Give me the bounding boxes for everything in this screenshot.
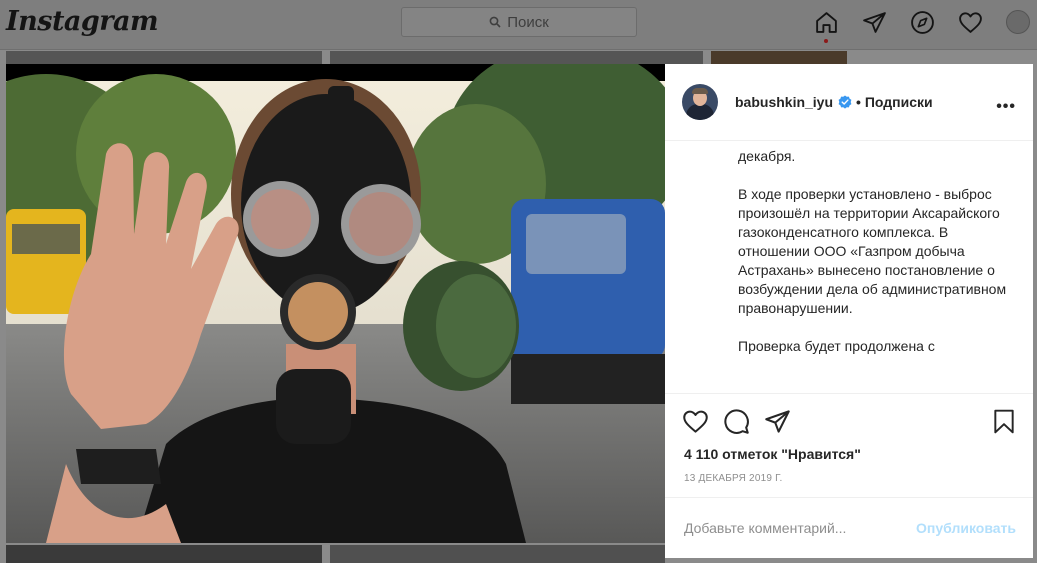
caption-paragraph: Проверка будет продолжена с bbox=[738, 338, 935, 354]
background-feed-image bbox=[6, 545, 322, 563]
instagram-logo[interactable]: Instagram bbox=[6, 6, 159, 37]
nav-icons bbox=[813, 9, 1030, 43]
background-feed-image bbox=[6, 51, 322, 64]
search-placeholder: Поиск bbox=[507, 13, 549, 31]
top-navigation: Instagram Поиск bbox=[0, 0, 1037, 50]
direct-icon[interactable] bbox=[861, 9, 887, 35]
search-icon bbox=[489, 16, 501, 28]
post-caption: декабря. В ходе проверки установлено - в… bbox=[665, 141, 1033, 394]
search-box[interactable]: Поиск bbox=[401, 7, 637, 37]
caption-paragraph: В ходе проверки установлено - выброс про… bbox=[738, 186, 1007, 316]
more-options-icon[interactable]: ••• bbox=[996, 98, 1016, 116]
save-bookmark-icon[interactable] bbox=[991, 408, 1017, 440]
profile-avatar[interactable] bbox=[1006, 10, 1030, 34]
author-username[interactable]: babushkin_iyu bbox=[735, 94, 833, 110]
caption-paragraph: декабря. bbox=[738, 148, 796, 164]
author-avatar[interactable] bbox=[682, 84, 718, 120]
comment-icon[interactable] bbox=[723, 408, 750, 435]
post-actions bbox=[682, 408, 791, 435]
activity-heart-icon[interactable] bbox=[957, 9, 983, 35]
publish-button[interactable]: Опубликовать bbox=[916, 520, 1016, 536]
verified-badge-icon bbox=[838, 95, 852, 109]
home-icon[interactable] bbox=[813, 9, 839, 43]
post-header: babushkin_iyu • Подписки ••• bbox=[665, 64, 1033, 141]
explore-icon[interactable] bbox=[909, 9, 935, 35]
like-heart-icon[interactable] bbox=[682, 408, 709, 435]
background-feed-image bbox=[330, 51, 703, 64]
share-icon[interactable] bbox=[764, 408, 791, 435]
comment-form: Добавьте комментарий... Опубликовать bbox=[665, 497, 1033, 558]
background-feed-image bbox=[711, 51, 847, 64]
likes-count[interactable]: 4 110 отметок "Нравится" bbox=[684, 446, 861, 462]
post-photo[interactable] bbox=[6, 64, 665, 543]
following-button[interactable]: • Подписки bbox=[856, 94, 933, 110]
active-dot bbox=[824, 39, 828, 43]
post-date[interactable]: 13 ДЕКАБРЯ 2019 Г. bbox=[684, 473, 782, 484]
comment-input[interactable]: Добавьте комментарий... bbox=[684, 520, 846, 536]
post-details-panel: babushkin_iyu • Подписки ••• декабря. В … bbox=[665, 64, 1033, 558]
background-feed-image bbox=[330, 545, 665, 563]
